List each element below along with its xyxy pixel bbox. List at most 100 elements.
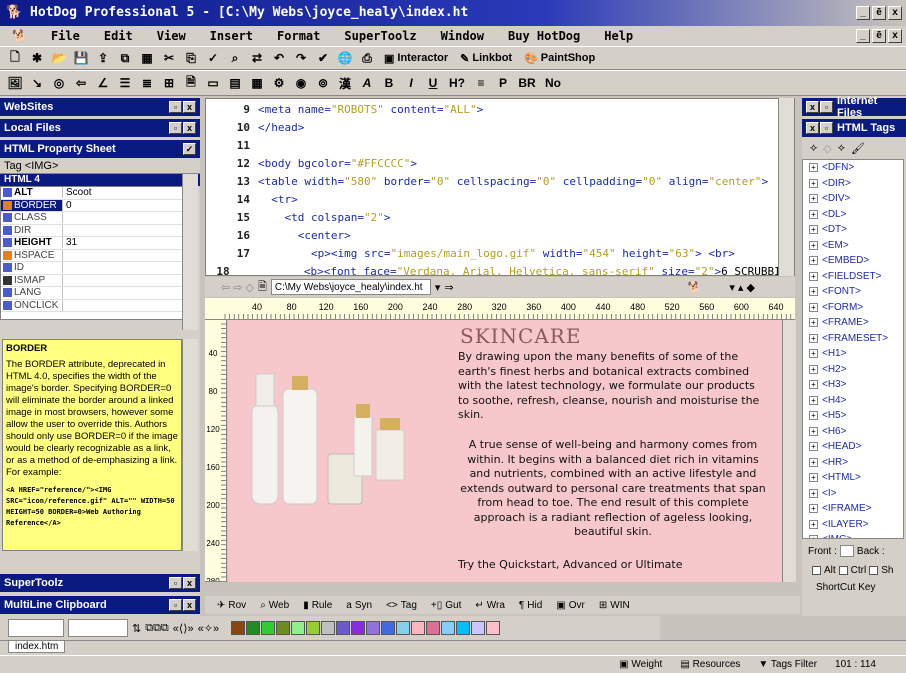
tag-forward-icon[interactable]: ⟡ bbox=[838, 142, 845, 155]
weight-button[interactable]: ▣ Weight bbox=[619, 659, 662, 670]
close-icon[interactable]: x bbox=[183, 122, 196, 134]
code-line[interactable]: 9 <meta name="ROBOTS" content="ALL"> bbox=[206, 100, 794, 118]
clipboard-select-1[interactable] bbox=[8, 619, 64, 637]
find-icon[interactable]: ⌕ bbox=[226, 50, 244, 66]
menu-help[interactable]: Help bbox=[592, 29, 645, 43]
color-swatch[interactable] bbox=[381, 621, 396, 635]
doc-restore-button[interactable]: ē bbox=[872, 29, 886, 43]
plugin-icon[interactable]: ⚙ bbox=[270, 75, 288, 91]
preview-scrollbar[interactable] bbox=[782, 320, 796, 582]
color-swatch[interactable] bbox=[471, 621, 486, 635]
property-scrollbar[interactable] bbox=[182, 174, 198, 330]
doc-close-button[interactable]: x bbox=[888, 29, 902, 43]
expand-icon[interactable]: + bbox=[809, 302, 818, 312]
form-icon[interactable]: ▭ bbox=[204, 75, 222, 91]
tag-tree-item[interactable]: + <FIELDSET> bbox=[803, 269, 903, 285]
color-swatch[interactable] bbox=[396, 621, 411, 635]
restore-button[interactable]: ē bbox=[872, 6, 886, 20]
tag-tree-item[interactable]: + <H2> bbox=[803, 362, 903, 378]
expand-icon[interactable]: + bbox=[809, 473, 818, 483]
copy-multi-icon[interactable]: ⧉⧉⧉ bbox=[145, 622, 169, 635]
special-chars-icon[interactable]: 漢 bbox=[336, 75, 354, 91]
expand-icon[interactable]: + bbox=[809, 178, 818, 188]
websites-header[interactable]: WebSites ▫ x bbox=[0, 98, 200, 116]
color-swatch[interactable] bbox=[306, 621, 321, 635]
color-swatch[interactable] bbox=[486, 621, 501, 635]
pin-icon[interactable]: ✓ bbox=[183, 143, 196, 155]
code-line[interactable]: 14 <tr> bbox=[206, 190, 794, 208]
color-swatch[interactable] bbox=[351, 621, 366, 635]
code-line[interactable]: 12 <body bgcolor="#FFCCCC"> bbox=[206, 154, 794, 172]
expand-icon[interactable]: + bbox=[809, 209, 818, 219]
tag-tree-item[interactable]: + <DIV> bbox=[803, 191, 903, 207]
menu-app-icon[interactable]: 🐕 bbox=[0, 29, 39, 43]
code-line[interactable]: 11 bbox=[206, 136, 794, 154]
tag-tree-item[interactable]: + <IFRAME> bbox=[803, 501, 903, 517]
help-scrollbar[interactable] bbox=[182, 339, 198, 551]
menu-buy-hotdog[interactable]: Buy HotDog bbox=[496, 29, 592, 43]
expand-icon[interactable]: + bbox=[809, 364, 818, 374]
menu-view[interactable]: View bbox=[145, 29, 198, 43]
color-swatch[interactable] bbox=[291, 621, 306, 635]
numbered-list-icon[interactable]: ≣ bbox=[138, 75, 156, 91]
interactor-button[interactable]: ▣ Interactor bbox=[380, 52, 452, 65]
tab-gut[interactable]: +▯ Gut bbox=[425, 600, 467, 611]
tag-tree-item[interactable]: + <HR> bbox=[803, 455, 903, 471]
color-swatch[interactable] bbox=[336, 621, 351, 635]
code-line[interactable]: 13 <table width="580" border="0" cellspac… bbox=[206, 172, 794, 190]
tag-nav-icon[interactable]: «⟨⟩» bbox=[173, 622, 194, 635]
dropdown-arrow-icon[interactable]: ▾ bbox=[435, 281, 441, 294]
preview-icon[interactable]: ▦ bbox=[138, 50, 156, 66]
replace-icon[interactable]: ⇄ bbox=[248, 50, 266, 66]
close-icon[interactable]: x bbox=[183, 577, 196, 589]
close-button[interactable]: x bbox=[888, 6, 902, 20]
color-swatch[interactable] bbox=[261, 621, 276, 635]
property-row[interactable]: LANG bbox=[1, 287, 183, 300]
undo-icon[interactable]: ↶ bbox=[270, 50, 288, 66]
publish-icon[interactable]: ⇪ bbox=[94, 50, 112, 66]
tab-ovr[interactable]: ▣ Ovr bbox=[550, 600, 591, 611]
expand-icon[interactable]: + bbox=[809, 380, 818, 390]
shift-checkbox[interactable] bbox=[869, 566, 879, 575]
linkbot-button[interactable]: ✎ Linkbot bbox=[456, 52, 516, 65]
copy-icon[interactable]: ⎘ bbox=[182, 50, 200, 66]
tab-wra[interactable]: ↵ Wra bbox=[469, 600, 511, 611]
link-icon[interactable]: ↘ bbox=[28, 75, 46, 91]
ctrl-checkbox[interactable] bbox=[838, 566, 848, 575]
bold-button[interactable]: B bbox=[380, 75, 398, 91]
property-sheet-header[interactable]: HTML Property Sheet ✓ bbox=[0, 140, 200, 158]
property-row[interactable]: HSPACE bbox=[1, 249, 183, 262]
cut-icon[interactable]: ✂ bbox=[160, 50, 178, 66]
nav-arrows-icon[interactable]: ⇦ ⇨ ◇ bbox=[221, 281, 254, 294]
table-icon[interactable]: ⊞ bbox=[160, 75, 178, 91]
menu-insert[interactable]: Insert bbox=[198, 29, 265, 43]
tag-tree-item[interactable]: + <ILAYER> bbox=[803, 517, 903, 533]
tab-web[interactable]: ⌕ Web bbox=[254, 600, 295, 611]
tag-selector[interactable]: Tag <IMG> bbox=[0, 158, 200, 174]
doc-icon[interactable]: 🗎 bbox=[182, 75, 200, 91]
color-swatch[interactable] bbox=[456, 621, 471, 635]
frame-icon[interactable]: ▤ bbox=[226, 75, 244, 91]
expand-icon[interactable]: + bbox=[809, 194, 818, 204]
tag-tree-item[interactable]: + <FRAMESET> bbox=[803, 331, 903, 347]
scroll-controls-icon[interactable]: ▾ ▴ ◆ bbox=[729, 281, 755, 294]
code-line[interactable]: 18 <b><font face="Verdana, Arial, Helvet… bbox=[206, 262, 794, 276]
tag-tree-item[interactable]: + <EM> bbox=[803, 238, 903, 254]
new-wizard-icon[interactable]: ✱ bbox=[28, 50, 46, 66]
save-icon[interactable]: 💾 bbox=[72, 50, 90, 66]
new-file-icon[interactable]: 🗋 bbox=[6, 50, 24, 66]
code-line[interactable]: 15 <td colspan="2"> bbox=[206, 208, 794, 226]
menu-edit[interactable]: Edit bbox=[92, 29, 145, 43]
tag-tree-item[interactable]: + <H6> bbox=[803, 424, 903, 440]
tag-color-icon[interactable]: «✧» bbox=[198, 622, 219, 635]
code-scrollbar[interactable] bbox=[778, 98, 794, 276]
html-tags-header[interactable]: x ▫ HTML Tags bbox=[802, 119, 906, 137]
path-field[interactable]: C:\My Webs\joyce_healy\index.ht bbox=[270, 279, 431, 295]
expand-icon[interactable]: + bbox=[809, 442, 818, 452]
preview-pane[interactable]: SKINCARE By drawing upon the many benefi… bbox=[228, 320, 782, 582]
expand-icon[interactable]: + bbox=[809, 333, 818, 343]
menu-file[interactable]: File bbox=[39, 29, 92, 43]
expand-icon[interactable]: + bbox=[809, 287, 818, 297]
expand-icon[interactable]: + bbox=[809, 318, 818, 328]
expand-icon[interactable]: + bbox=[809, 271, 818, 281]
